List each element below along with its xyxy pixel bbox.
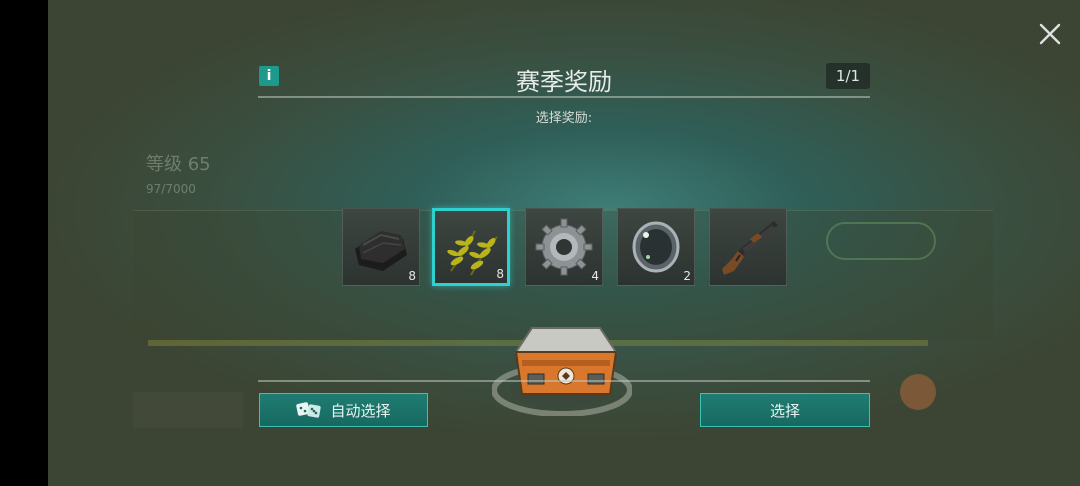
reward-slot-lens[interactable]: 2 (617, 208, 695, 286)
background-level-text: 等级 65 (146, 154, 211, 175)
reward-qty: 4 (591, 269, 599, 283)
auto-select-button[interactable]: 自动选择 (259, 393, 428, 427)
background-badge (900, 374, 936, 410)
divider-bottom (258, 380, 870, 382)
dice-icon (296, 402, 322, 418)
game-view: 等级 65 97/7000 i 赛季奖励 1/1 选择奖励: 8 8 4 2 自… (48, 0, 1080, 486)
reward-qty: 2 (683, 269, 691, 283)
reward-slot-shotgun[interactable] (709, 208, 787, 286)
lens-icon (632, 221, 680, 273)
dialog-title: 赛季奖励 (516, 68, 612, 96)
select-label: 选择 (769, 401, 800, 420)
gear-icon (535, 218, 593, 276)
cloth-icon (355, 231, 407, 271)
shotgun-icon (722, 221, 778, 275)
background-item-row (133, 392, 243, 428)
auto-select-label: 自动选择 (330, 401, 391, 420)
reward-counter: 1/1 (826, 63, 870, 89)
reward-slot-gear[interactable]: 4 (525, 208, 603, 286)
background-pill (826, 222, 936, 260)
info-icon[interactable]: i (259, 66, 279, 86)
screen: 等级 65 97/7000 i 赛季奖励 1/1 选择奖励: 8 8 4 2 自… (0, 0, 1080, 486)
close-icon[interactable] (1038, 22, 1062, 46)
background-progress-text: 97/7000 (146, 182, 196, 196)
reward-qty: 8 (496, 267, 504, 281)
divider-top (258, 96, 870, 98)
reward-slot-cloth[interactable]: 8 (342, 208, 420, 286)
reward-qty: 8 (408, 269, 416, 283)
reward-slot-fern[interactable]: 8 (432, 208, 510, 286)
reward-chest-icon (492, 327, 632, 416)
select-button[interactable]: 选择 (700, 393, 870, 427)
dialog-subtitle: 选择奖励: (535, 111, 593, 126)
